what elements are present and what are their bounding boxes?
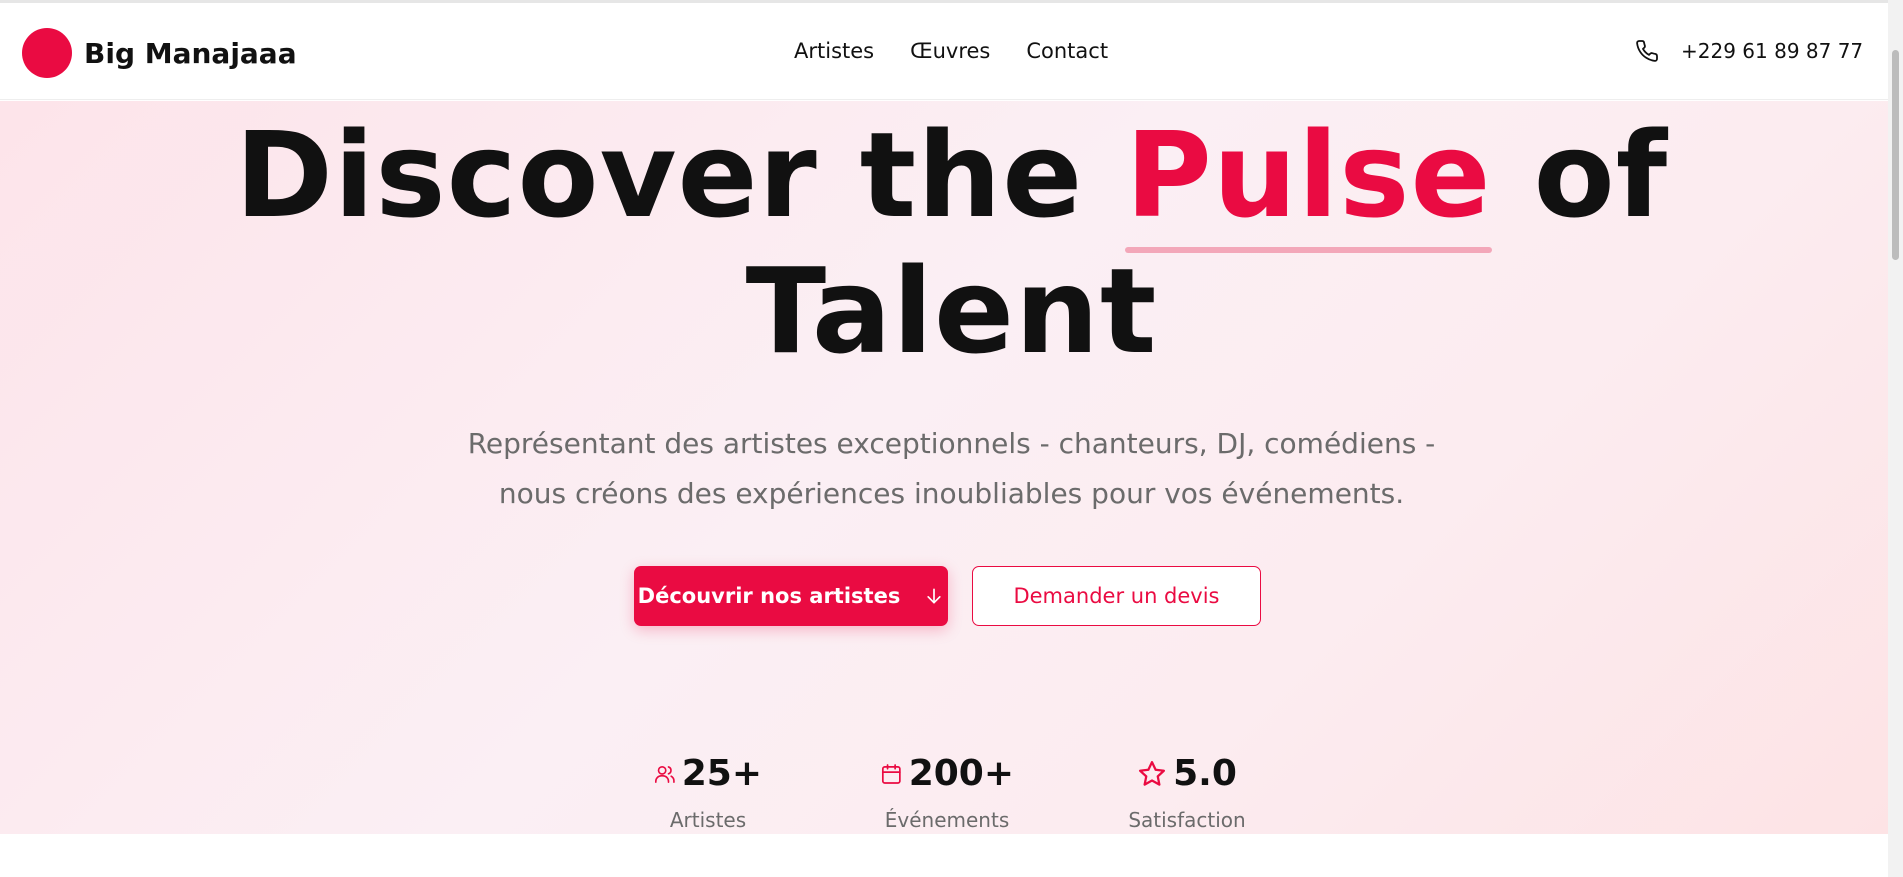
site-header: Big Manajaaa Artistes Œuvres Contact +22… <box>0 3 1888 100</box>
hero-subtitle: Représentant des artistes exceptionnels … <box>420 419 1483 519</box>
stat-label: Artistes <box>669 808 747 832</box>
hero-headline: Discover the Pulse of Talent <box>0 107 1888 379</box>
stat-label: Événements <box>884 808 1010 832</box>
page-scrollbar[interactable] <box>1888 0 1903 877</box>
nav-item-oeuvres[interactable]: Œuvres <box>910 39 990 63</box>
arrow-down-icon <box>927 588 941 604</box>
phone-icon <box>1636 40 1658 62</box>
headline-after: of <box>1533 106 1669 244</box>
brand[interactable]: Big Manajaaa <box>22 28 297 78</box>
stat-satisfaction: 5.0 Satisfaction <box>1124 753 1250 832</box>
calendar-icon <box>881 763 901 784</box>
hero-headline-line1: Discover the Pulse of <box>0 106 1888 253</box>
headline-accent: Pulse <box>1125 106 1492 253</box>
hero-section: Discover the Pulse of Talent Représentan… <box>0 101 1888 834</box>
phone-number: +229 61 89 87 77 <box>1681 39 1864 63</box>
stat-artists: 25+ Artistes <box>654 753 762 832</box>
page: Big Manajaaa Artistes Œuvres Contact +22… <box>0 0 1903 877</box>
phone-contact[interactable]: +229 61 89 87 77 <box>1635 39 1863 63</box>
headline-before: Discover the <box>234 106 1084 244</box>
stat-value: 5.0 <box>1173 753 1237 794</box>
discover-artists-label: Découvrir nos artistes <box>637 584 901 608</box>
discover-artists-button[interactable]: Découvrir nos artistes <box>634 566 948 626</box>
nav-item-artistes[interactable]: Artistes <box>794 39 874 63</box>
request-quote-button[interactable]: Demander un devis <box>972 566 1261 626</box>
stat-value: 200+ <box>908 753 1014 794</box>
star-icon <box>1139 760 1166 786</box>
users-icon <box>654 765 675 783</box>
brand-name: Big Manajaaa <box>84 36 297 70</box>
nav-item-contact[interactable]: Contact <box>1026 39 1108 63</box>
request-quote-label: Demander un devis <box>1013 584 1220 608</box>
stat-value: 25+ <box>681 753 762 794</box>
hero-subtitle-line2: nous créons des expériences inoubliables… <box>498 477 1405 510</box>
scrollbar-thumb[interactable] <box>1892 50 1899 260</box>
hero-headline-line2: Talent <box>745 242 1158 380</box>
bottom-area <box>0 834 1903 877</box>
stat-label: Satisfaction <box>1128 808 1246 832</box>
main-nav: Artistes Œuvres Contact <box>794 39 1144 63</box>
brand-logo-icon <box>22 28 72 78</box>
stat-events: 200+ Événements <box>880 753 1014 832</box>
hero-subtitle-line1: Représentant des artistes exceptionnels … <box>467 427 1436 460</box>
